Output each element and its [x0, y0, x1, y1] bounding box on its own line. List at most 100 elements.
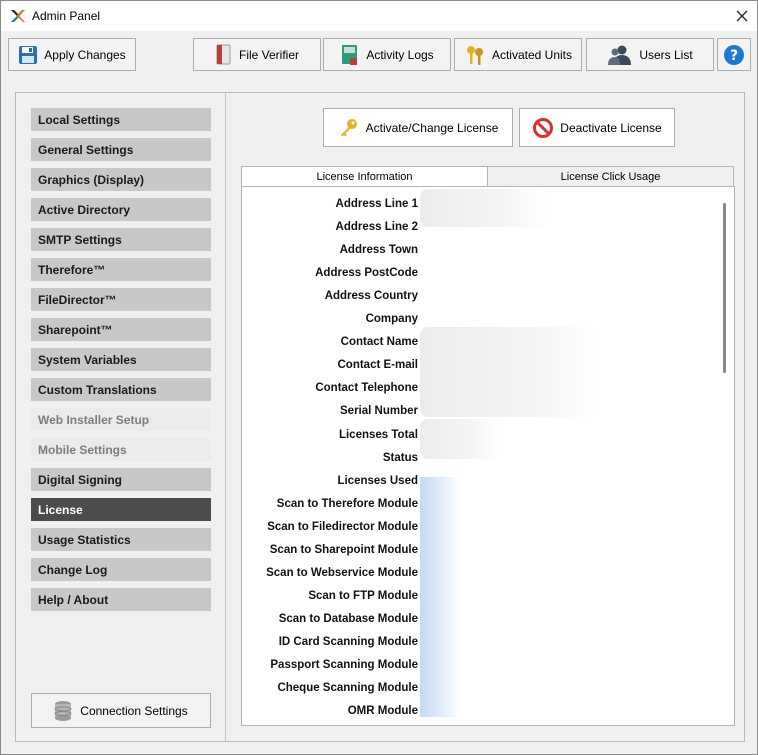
connection-settings-label: Connection Settings	[80, 703, 188, 718]
document-icon	[216, 44, 231, 64]
sidebar-item-label: Usage Statistics	[38, 532, 131, 547]
sidebar-item-label: System Variables	[38, 352, 137, 367]
file-verifier-button[interactable]: File Verifier	[193, 38, 321, 71]
sidebar-item-custom-translations[interactable]: Custom Translations	[31, 378, 211, 401]
deactivate-license-label: Deactivate License	[560, 120, 662, 135]
sidebar-item-label: Local Settings	[38, 112, 121, 127]
sidebar-item-label: Mobile Settings	[38, 442, 127, 457]
sidebar-item-web-installer-setup[interactable]: Web Installer Setup	[31, 408, 211, 431]
license-field-label: Scan to Filedirector Module	[267, 520, 418, 533]
window-title: Admin Panel	[32, 9, 101, 23]
sidebar-item-label: Graphics (Display)	[38, 172, 145, 187]
keys-icon	[466, 45, 483, 65]
license-field-label: Contact Telephone	[315, 382, 418, 395]
key-icon	[340, 118, 357, 136]
sidebar-item-usage-statistics[interactable]: Usage Statistics	[31, 528, 211, 551]
sidebar-item-label: Custom Translations	[38, 382, 157, 397]
users-list-button[interactable]: Users List	[586, 38, 714, 71]
license-field-label: Company	[365, 313, 418, 326]
close-icon	[736, 10, 748, 22]
tab-license-click-usage[interactable]: License Click Usage	[487, 166, 734, 187]
app-logo-icon	[11, 10, 25, 22]
activity-logs-button[interactable]: Activity Logs	[323, 38, 451, 71]
main-panel: Local Settings General Settings Graphics (…	[15, 92, 745, 742]
sidebar-item-label: General Settings	[38, 142, 134, 157]
sidebar-item-help-about[interactable]: Help / About	[31, 588, 211, 611]
title-bar: Admin Panel	[1, 1, 757, 31]
sidebar-item-license[interactable]: License	[31, 498, 211, 521]
license-field-label: Address Town	[339, 244, 418, 257]
sidebar-item-label: Web Installer Setup	[38, 412, 150, 427]
license-field-label: ID Card Scanning Module	[278, 635, 418, 648]
license-tabs: License Information License Click Usage	[241, 166, 734, 187]
redacted-area	[420, 327, 600, 417]
toolbar: Apply Changes File Verifier Activity Log…	[1, 33, 757, 77]
sidebar-item-general-settings[interactable]: General Settings	[31, 138, 211, 161]
tab-license-click-usage-label: License Click Usage	[560, 170, 661, 183]
sidebar-item-therefore[interactable]: Therefore™	[31, 258, 211, 281]
close-button[interactable]	[727, 1, 757, 31]
activate-license-button[interactable]: Activate/Change License	[323, 108, 513, 147]
redacted-module-values	[420, 477, 460, 717]
database-icon	[54, 700, 72, 721]
license-field-label: Passport Scanning Module	[270, 659, 418, 671]
connection-settings-button[interactable]: Connection Settings	[31, 693, 211, 728]
sidebar-item-local-settings[interactable]: Local Settings	[31, 108, 211, 131]
apply-changes-button[interactable]: Apply Changes	[8, 38, 136, 71]
sidebar-item-active-directory[interactable]: Active Directory	[31, 198, 211, 221]
license-field-label: Address Line 1	[335, 198, 418, 210]
sidebar-item-system-variables[interactable]: System Variables	[31, 348, 211, 371]
apply-changes-label: Apply Changes	[44, 47, 126, 62]
sidebar-item-label: License	[38, 502, 83, 517]
license-information-panel: Address Line 1 Address Line 2 Address Town…	[241, 186, 735, 726]
activate-license-label: Activate/Change License	[365, 120, 499, 135]
license-field-label: Licenses Used	[337, 474, 418, 487]
license-field-label: Address Line 2	[335, 221, 418, 234]
scrollbar-thumb[interactable]	[723, 203, 726, 373]
sidebar-item-mobile-settings[interactable]: Mobile Settings	[31, 438, 211, 461]
sidebar-item-change-log[interactable]: Change Log	[31, 558, 211, 581]
tab-license-information-label: License Information	[316, 171, 413, 183]
sidebar-item-label: FileDirector™	[38, 292, 117, 307]
sidebar-item-graphics-display[interactable]: Graphics (Display)	[31, 168, 211, 191]
sidebar-item-label: Help / About	[38, 592, 109, 607]
activated-units-label: Activated Units	[491, 47, 573, 62]
sidebar-item-digital-signing[interactable]: Digital Signing	[31, 468, 211, 491]
sidebar-item-label: SMTP Settings	[38, 232, 122, 247]
sidebar-item-smtp-settings[interactable]: SMTP Settings	[31, 228, 211, 251]
sidebar-item-filedirector[interactable]: FileDirector™	[31, 288, 211, 311]
sidebar-item-sharepoint[interactable]: Sharepoint™	[31, 318, 211, 341]
license-field-label: Address Country	[324, 290, 418, 303]
tab-license-information[interactable]: License Information	[241, 166, 488, 187]
license-field-label: Scan to Sharepoint Module	[269, 543, 418, 556]
sidebar-item-label: Change Log	[38, 562, 108, 577]
sidebar-item-label: Digital Signing	[38, 472, 122, 487]
activated-units-button[interactable]: Activated Units	[454, 38, 582, 71]
save-icon	[19, 45, 38, 64]
license-field-label: Cheque Scanning Module	[277, 682, 418, 695]
sidebar-item-label: Sharepoint™	[38, 322, 113, 337]
logbook-icon	[342, 44, 358, 65]
license-field-label: Serial Number	[340, 405, 418, 418]
help-button[interactable]: ?	[717, 38, 751, 71]
license-field-label: Licenses Total	[338, 428, 418, 441]
license-field-label: OMR Module	[347, 705, 418, 718]
license-field-label: Contact E-mail	[337, 359, 418, 372]
file-verifier-label: File Verifier	[238, 47, 300, 62]
license-field-label: Scan to FTP Module	[308, 589, 418, 602]
redacted-area	[420, 189, 550, 227]
admin-panel-window: Admin Panel Apply Changes File Verifier	[0, 0, 758, 755]
activity-logs-label: Activity Logs	[366, 47, 434, 62]
license-field-label: Scan to Webservice Module	[266, 566, 418, 579]
users-list-label: Users List	[639, 47, 693, 62]
license-field-label: Scan to Database Module	[278, 612, 418, 625]
license-field-label: Status	[382, 451, 418, 464]
license-field-label: Address PostCode	[315, 267, 418, 280]
license-field-label: Scan to Therefore Module	[276, 497, 418, 510]
deactivate-license-button[interactable]: Deactivate License	[519, 108, 675, 147]
svg-text:?: ?	[730, 48, 738, 64]
users-icon	[608, 45, 632, 65]
redacted-area	[420, 419, 500, 459]
sidebar-item-label: Active Directory	[38, 202, 131, 217]
prohibited-icon	[533, 117, 554, 138]
